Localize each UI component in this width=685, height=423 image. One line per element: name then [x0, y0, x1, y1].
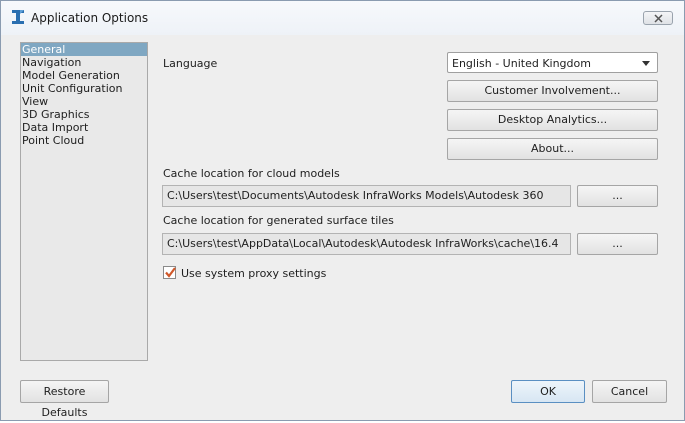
nav-item-view[interactable]: View: [21, 95, 147, 108]
application-options-window: Application Options General Navigation M…: [0, 0, 685, 421]
browse-surface-cache-button[interactable]: ...: [577, 233, 658, 255]
ok-button[interactable]: OK: [511, 380, 585, 403]
proxy-label[interactable]: Use system proxy settings: [181, 267, 326, 280]
nav-item-unit-configuration[interactable]: Unit Configuration: [21, 82, 147, 95]
checkmark-icon: [165, 267, 176, 278]
cancel-button[interactable]: Cancel: [592, 380, 667, 403]
infraworks-app-icon: [11, 9, 25, 25]
chevron-down-icon: [642, 61, 650, 66]
proxy-checkbox[interactable]: [163, 266, 176, 279]
close-button[interactable]: [643, 11, 673, 25]
title-bar[interactable]: Application Options: [1, 1, 684, 35]
language-label: Language: [163, 57, 218, 70]
nav-item-point-cloud[interactable]: Point Cloud: [21, 134, 147, 147]
surface-cache-label: Cache location for generated surface til…: [163, 214, 394, 227]
close-icon: [654, 14, 663, 23]
nav-item-general[interactable]: General: [21, 43, 147, 56]
nav-item-data-import[interactable]: Data Import: [21, 121, 147, 134]
customer-involvement-button[interactable]: Customer Involvement...: [447, 80, 658, 102]
cloud-cache-path-field[interactable]: C:\Users\test\Documents\Autodesk InfraWo…: [162, 185, 571, 207]
desktop-analytics-button[interactable]: Desktop Analytics...: [447, 109, 658, 131]
nav-item-3d-graphics[interactable]: 3D Graphics: [21, 108, 147, 121]
nav-item-model-generation[interactable]: Model Generation: [21, 69, 147, 82]
surface-cache-path-field[interactable]: C:\Users\test\AppData\Local\Autodesk\Aut…: [162, 233, 571, 255]
window-title: Application Options: [31, 11, 149, 25]
nav-item-navigation[interactable]: Navigation: [21, 56, 147, 69]
restore-defaults-button[interactable]: Restore Defaults: [20, 380, 109, 419]
language-select[interactable]: English - United Kingdom: [447, 52, 658, 73]
options-category-list[interactable]: General Navigation Model Generation Unit…: [20, 42, 148, 361]
about-button[interactable]: About...: [447, 138, 658, 160]
cloud-cache-label: Cache location for cloud models: [163, 167, 340, 180]
browse-cloud-cache-button[interactable]: ...: [577, 185, 658, 207]
language-select-value: English - United Kingdom: [452, 57, 591, 70]
